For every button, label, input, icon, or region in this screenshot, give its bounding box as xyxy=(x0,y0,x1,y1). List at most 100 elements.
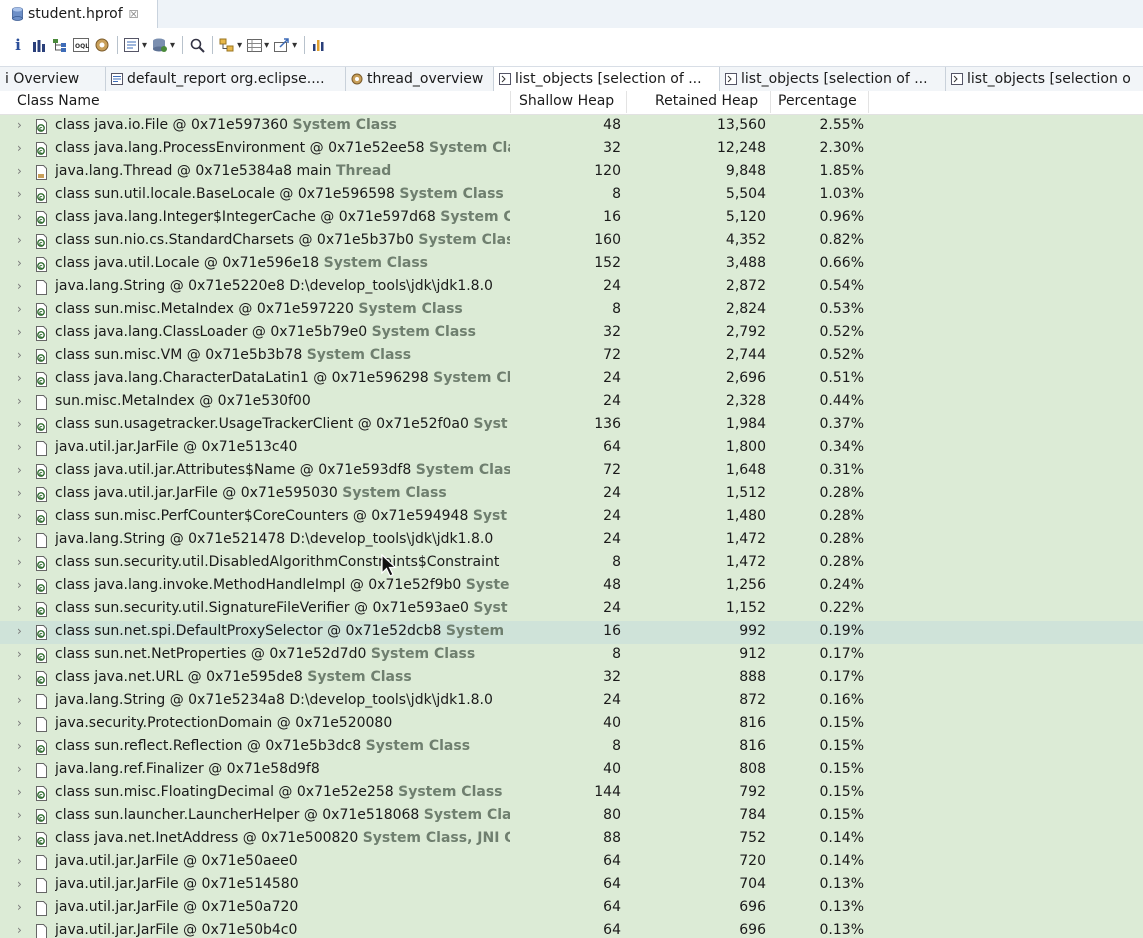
table-row[interactable]: › c class java.net.InetAddress @ 0x71e5008… xyxy=(0,828,1143,851)
table-row[interactable]: › c class sun.misc.VM @ 0x71e5b3b78 System… xyxy=(0,345,1143,368)
tab-default-report[interactable]: default_report org.eclipse.... xyxy=(106,67,346,91)
info-icon[interactable]: i xyxy=(10,34,26,56)
column-header-class-name[interactable]: Class Name xyxy=(17,93,100,109)
expand-chevron-icon[interactable]: › xyxy=(17,601,22,615)
expand-chevron-icon[interactable]: › xyxy=(17,923,22,937)
table-row[interactable]: › c class sun.misc.FloatingDecimal @ 0x71e… xyxy=(0,782,1143,805)
overview-icon[interactable] xyxy=(311,34,327,56)
column-divider[interactable] xyxy=(626,91,627,113)
table-row[interactable]: › java.util.jar.JarFile @ 0x71e50aee0 64 72… xyxy=(0,851,1143,874)
expand-chevron-icon[interactable]: › xyxy=(17,578,22,592)
expand-chevron-icon[interactable]: › xyxy=(17,716,22,730)
expand-chevron-icon[interactable]: › xyxy=(17,854,22,868)
table-row[interactable]: › c class java.net.URL @ 0x71e595de8 Syste… xyxy=(0,667,1143,690)
table-row[interactable]: › c class sun.net.spi.DefaultProxySelector… xyxy=(0,621,1143,644)
expand-chevron-icon[interactable]: › xyxy=(17,187,22,201)
expand-chevron-icon[interactable]: › xyxy=(17,509,22,523)
table-row[interactable]: › c class java.lang.CharacterDataLatin1 @ … xyxy=(0,368,1143,391)
expand-chevron-icon[interactable]: › xyxy=(17,877,22,891)
table-row[interactable]: › c class sun.util.locale.BaseLocale @ 0x7… xyxy=(0,184,1143,207)
table-row[interactable]: › c class sun.net.NetProperties @ 0x71e52d… xyxy=(0,644,1143,667)
column-header-shallow-heap[interactable]: Shallow Heap xyxy=(519,93,614,109)
expand-chevron-icon[interactable]: › xyxy=(17,900,22,914)
expand-chevron-icon[interactable]: › xyxy=(17,118,22,132)
column-header-percentage[interactable]: Percentage xyxy=(778,93,857,109)
column-header-retained-heap[interactable]: Retained Heap xyxy=(655,93,758,109)
expand-chevron-icon[interactable]: › xyxy=(17,164,22,178)
column-divider[interactable] xyxy=(868,91,869,113)
expand-chevron-icon[interactable]: › xyxy=(17,486,22,500)
expand-chevron-icon[interactable]: › xyxy=(17,463,22,477)
run-report-icon[interactable] xyxy=(124,34,147,56)
table-row[interactable]: › c class java.io.File @ 0x71e597360 Syste… xyxy=(0,115,1143,138)
table-row[interactable]: › c class sun.launcher.LauncherHelper @ 0x… xyxy=(0,805,1143,828)
expand-chevron-icon[interactable]: › xyxy=(17,532,22,546)
expand-chevron-icon[interactable]: › xyxy=(17,141,22,155)
find-object-icon[interactable] xyxy=(189,34,205,56)
expand-chevron-icon[interactable]: › xyxy=(17,233,22,247)
table-row[interactable]: › c class java.lang.ClassLoader @ 0x71e5b7… xyxy=(0,322,1143,345)
table-row[interactable]: › c class sun.security.util.SignatureFileV… xyxy=(0,598,1143,621)
table-row[interactable]: › java.lang.String @ 0x71e5220e8 D:\devel… xyxy=(0,276,1143,299)
expand-chevron-icon[interactable]: › xyxy=(17,302,22,316)
column-divider[interactable] xyxy=(770,91,771,113)
table-row[interactable]: › java.lang.Thread @ 0x71e5384a8 main Thr… xyxy=(0,161,1143,184)
histogram-icon[interactable] xyxy=(31,34,47,56)
expand-chevron-icon[interactable]: › xyxy=(17,348,22,362)
editor-tab-student-hprof[interactable]: student.hprof ☒ xyxy=(0,0,158,28)
oql-icon[interactable]: OQL xyxy=(73,34,89,56)
tab-list-objects-3[interactable]: list_objects [selection o xyxy=(946,67,1143,91)
close-icon[interactable]: ☒ xyxy=(129,8,139,21)
table-row[interactable]: › java.util.jar.JarFile @ 0x71e513c40 64 1,… xyxy=(0,437,1143,460)
table-row[interactable]: › java.lang.String @ 0x71e5234a8 D:\devel… xyxy=(0,690,1143,713)
table-row[interactable]: › c class sun.misc.MetaIndex @ 0x71e597220… xyxy=(0,299,1143,322)
expand-chevron-icon[interactable]: › xyxy=(17,256,22,270)
expand-chevron-icon[interactable]: › xyxy=(17,762,22,776)
expand-chevron-icon[interactable]: › xyxy=(17,739,22,753)
table-row[interactable]: › c class sun.misc.PerfCounter$CoreCounter… xyxy=(0,506,1143,529)
table-row[interactable]: › c class java.util.jar.JarFile @ 0x71e595… xyxy=(0,483,1143,506)
expand-chevron-icon[interactable]: › xyxy=(17,693,22,707)
tab-thread-overview[interactable]: thread_overview xyxy=(346,67,494,91)
table-row[interactable]: › c class sun.nio.cs.StandardCharsets @ 0x… xyxy=(0,230,1143,253)
query-browser-icon[interactable] xyxy=(152,34,175,56)
table-row[interactable]: › c class java.util.Locale @ 0x71e596e18 S… xyxy=(0,253,1143,276)
table-row[interactable]: › java.util.jar.JarFile @ 0x71e514580 64 70… xyxy=(0,874,1143,897)
tab-list-objects-1[interactable]: list_objects [selection of ... xyxy=(494,67,720,91)
expand-chevron-icon[interactable]: › xyxy=(17,647,22,661)
dominator-tree-icon[interactable] xyxy=(52,34,68,56)
expand-chevron-icon[interactable]: › xyxy=(17,394,22,408)
expand-chevron-icon[interactable]: › xyxy=(17,785,22,799)
expand-chevron-icon[interactable]: › xyxy=(17,210,22,224)
table-row[interactable]: › java.security.ProtectionDomain @ 0x71e5… xyxy=(0,713,1143,736)
expand-chevron-icon[interactable]: › xyxy=(17,624,22,638)
expand-chevron-icon[interactable]: › xyxy=(17,417,22,431)
table-row[interactable]: › java.util.jar.JarFile @ 0x71e50a720 64 69… xyxy=(0,897,1143,920)
table-row[interactable]: › c class java.lang.ProcessEnvironment @ 0… xyxy=(0,138,1143,161)
expand-chevron-icon[interactable]: › xyxy=(17,279,22,293)
table-row[interactable]: › java.lang.String @ 0x71e521478 D:\devel… xyxy=(0,529,1143,552)
tab-overview[interactable]: i Overview xyxy=(0,67,106,91)
export-icon[interactable] xyxy=(274,34,297,56)
table-row[interactable]: › c class sun.reflect.Reflection @ 0x71e5b… xyxy=(0,736,1143,759)
calculate-heap-icon[interactable] xyxy=(247,34,269,56)
expand-chevron-icon[interactable]: › xyxy=(17,555,22,569)
tab-list-objects-2[interactable]: list_objects [selection of ... xyxy=(720,67,946,91)
expand-chevron-icon[interactable]: › xyxy=(17,670,22,684)
expand-chevron-icon[interactable]: › xyxy=(17,440,22,454)
expand-chevron-icon[interactable]: › xyxy=(17,831,22,845)
thread-overview-icon[interactable] xyxy=(94,34,110,56)
group-by-icon[interactable] xyxy=(219,34,242,56)
expand-chevron-icon[interactable]: › xyxy=(17,808,22,822)
table-row[interactable]: › c class sun.security.util.DisabledAlgori… xyxy=(0,552,1143,575)
table-row[interactable]: › c class sun.usagetracker.UsageTrackerCli… xyxy=(0,414,1143,437)
table-row[interactable]: › c class java.util.jar.Attributes$Name @ … xyxy=(0,460,1143,483)
column-divider[interactable] xyxy=(510,91,511,113)
table-row[interactable]: › c class java.lang.Integer$IntegerCache @… xyxy=(0,207,1143,230)
expand-chevron-icon[interactable]: › xyxy=(17,371,22,385)
expand-chevron-icon[interactable]: › xyxy=(17,325,22,339)
table-row[interactable]: › c class java.lang.invoke.MethodHandleImp… xyxy=(0,575,1143,598)
table-row[interactable]: › java.util.jar.JarFile @ 0x71e50b4c0 64 69… xyxy=(0,920,1143,938)
table-row[interactable]: › sun.misc.MetaIndex @ 0x71e530f00 24 2,328… xyxy=(0,391,1143,414)
table-row[interactable]: › java.lang.ref.Finalizer @ 0x71e58d9f8 40… xyxy=(0,759,1143,782)
